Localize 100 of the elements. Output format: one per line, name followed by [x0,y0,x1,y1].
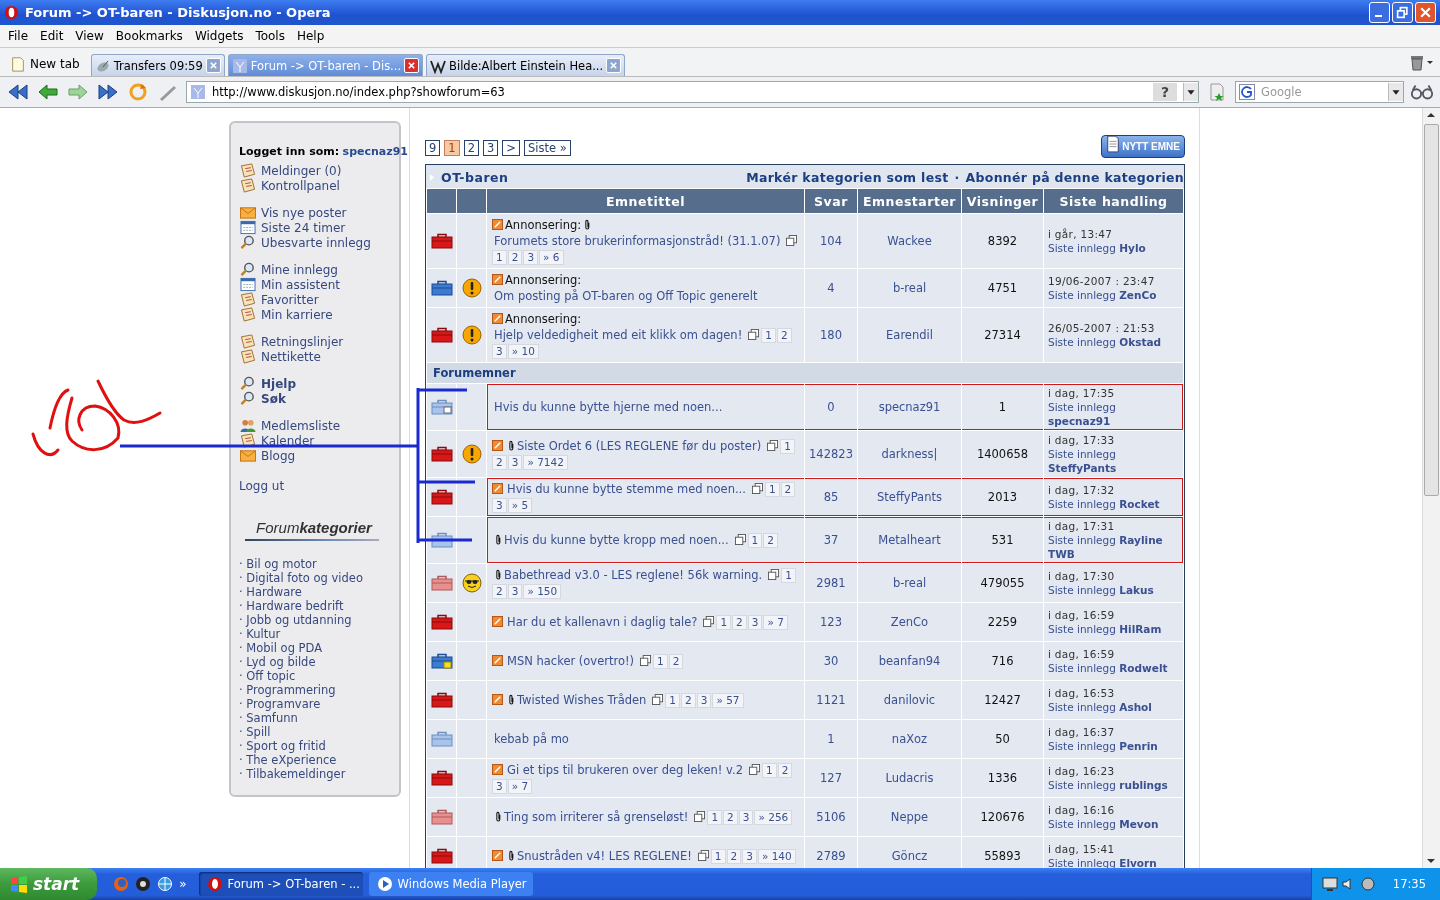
sidebar-link[interactable]: Blogg [261,448,296,463]
scrollbar[interactable] [1422,108,1440,868]
page-link[interactable]: 2 [492,455,507,470]
topic-link[interactable]: kebab på mo [494,731,569,747]
menu-item[interactable]: Bookmarks [109,27,189,45]
more-icon[interactable]: » [179,877,187,891]
glasses-icon[interactable] [1410,82,1434,102]
page-link[interactable]: 3 [483,140,499,156]
topic-link[interactable]: Hvis du kunne bytte kropp med noen... [504,532,729,548]
page-link[interactable]: 1 [665,693,681,708]
page-link[interactable]: » 7 [763,615,788,630]
user-link[interactable]: darkness| [881,447,938,461]
page-link[interactable]: 3 [492,344,507,359]
monitor-icon[interactable] [1321,876,1338,892]
category-link[interactable]: · Samfunn [239,711,389,725]
page-link[interactable]: 1 [492,250,507,265]
user-link[interactable]: naXoz [891,732,928,746]
page-link[interactable]: » 7142 [523,455,568,470]
topic-link[interactable]: Hvis du kunne bytte stemme med noen... [507,481,746,497]
logout-link[interactable]: Logg ut [239,479,285,493]
topic-link[interactable]: Twisted Wishes Tråden [517,692,647,708]
globe-icon[interactable] [157,876,174,892]
page-link[interactable]: » 5 [507,498,533,513]
user-link[interactable]: b-real [892,281,927,295]
topic-link[interactable]: Forumets store brukerinformasjonstråd! (31.1.07) [494,233,781,249]
page-link[interactable]: > [502,140,520,156]
scroll-thumb[interactable] [1424,124,1439,496]
page-link[interactable]: » 140 [757,849,796,864]
page-link[interactable]: Siste » [523,140,571,156]
category-link[interactable]: · Sport og fritid [239,739,389,753]
menu-item[interactable]: View [69,27,110,45]
page-link[interactable]: 2 [780,482,796,497]
browser-tab[interactable]: Bilde:Albert Einstein Hea... [426,54,626,76]
category-link[interactable]: · Tilbakemeldinger [239,767,389,781]
page-link[interactable]: 1 [780,439,795,454]
menu-item[interactable]: Help [290,27,331,45]
page-link[interactable]: 9 [425,140,441,156]
sidebar-link[interactable]: Retningslinjer [261,334,344,349]
sidebar-link[interactable]: Mine innlegg [261,262,338,277]
topic-link[interactable]: MSN hacker (overtro!) [507,653,635,669]
category-link[interactable]: · Digital foto og video [239,571,389,585]
browser-tab[interactable]: Transfers 09:59 [90,54,225,76]
page-link[interactable]: 2 [492,584,507,599]
close-tab-button[interactable] [404,58,420,73]
user-link[interactable]: SteffyPants [877,490,942,504]
page-link[interactable]: » 256 [754,810,793,825]
topic-link[interactable]: Ting som irriterer så grenseløst! [504,809,689,825]
page-link[interactable]: 2 [723,810,738,825]
page-link[interactable]: 3 [492,498,507,513]
page-link[interactable]: 3 [742,849,757,864]
page-link[interactable]: 3 [492,779,507,794]
page-link[interactable]: 1 [781,568,796,583]
sidebar-link[interactable]: Hjelp [261,376,296,391]
page-link[interactable]: 1 [762,763,777,778]
sidebar-link[interactable]: Kalender [261,433,315,448]
page-link[interactable]: 1 [653,654,668,669]
topic-link[interactable]: Hjelp veldedigheit med eit klikk om dagen! [494,327,743,343]
page-link[interactable]: 2 [463,140,479,156]
category-link[interactable]: · Kultur [239,627,389,641]
user-link[interactable]: specnaz91 [878,400,941,414]
category-link[interactable]: · Off topic [239,669,389,683]
subscribe-link[interactable]: Abonnér på denne kategorien [965,169,1184,185]
page-link[interactable]: 3 [747,615,763,630]
menu-item[interactable]: Edit [34,27,70,45]
topic-link[interactable]: Har du et kallenavn i daglig tale? [507,614,698,630]
category-link[interactable]: · Programvare [239,697,389,711]
page-link[interactable]: 2 [726,849,742,864]
username-link[interactable]: specnaz91 [342,145,408,158]
category-link[interactable]: · Mobil og PDA [239,641,389,655]
new-post-icon[interactable] [492,655,503,666]
category-link[interactable]: · Programmering [239,683,389,697]
page-link[interactable]: 2 [732,615,747,630]
page-link[interactable]: 2 [776,328,792,343]
page-link[interactable]: 2 [763,533,778,548]
user-link[interactable]: Wackee [887,234,932,248]
sidebar-link[interactable]: Kontrollpanel [261,178,340,193]
new-post-icon[interactable] [492,440,503,451]
fast-forward-icon[interactable] [96,82,120,102]
user-link[interactable]: Earendil [886,328,933,342]
new-post-icon[interactable] [492,219,503,230]
topic-link[interactable]: Om posting på OT-baren og Off Topic generelt [494,288,758,304]
topic-link[interactable]: Gi et tips til brukeren over deg leken! v.2 [507,762,743,778]
sidebar-link[interactable]: Nettikette [261,349,321,364]
sidebar-link[interactable]: Vis nye poster [261,205,347,220]
page-link[interactable]: 1 [764,482,780,497]
page-link[interactable]: 3 [523,250,539,265]
sidebar-link[interactable]: Siste 24 timer [261,220,346,235]
sidebar-link[interactable]: Favoritter [261,292,319,307]
page-link[interactable]: 2 [681,693,696,708]
new-post-icon[interactable] [492,764,503,775]
page-link[interactable]: 3 [507,584,523,599]
page-link[interactable]: 1 [761,328,776,343]
page-link[interactable]: 2 [668,654,684,669]
category-link[interactable]: · Jobb og utdanning [239,613,389,627]
page-link[interactable]: 1 [747,533,763,548]
page-link[interactable]: 1 [707,810,723,825]
menu-item[interactable]: Widgets [188,27,250,45]
sidebar-link[interactable]: Ubesvarte innlegg [261,235,371,250]
category-link[interactable]: · Lyd og bilde [239,655,389,669]
taskbar-button[interactable]: Forum -> OT-baren - ... [198,872,363,896]
